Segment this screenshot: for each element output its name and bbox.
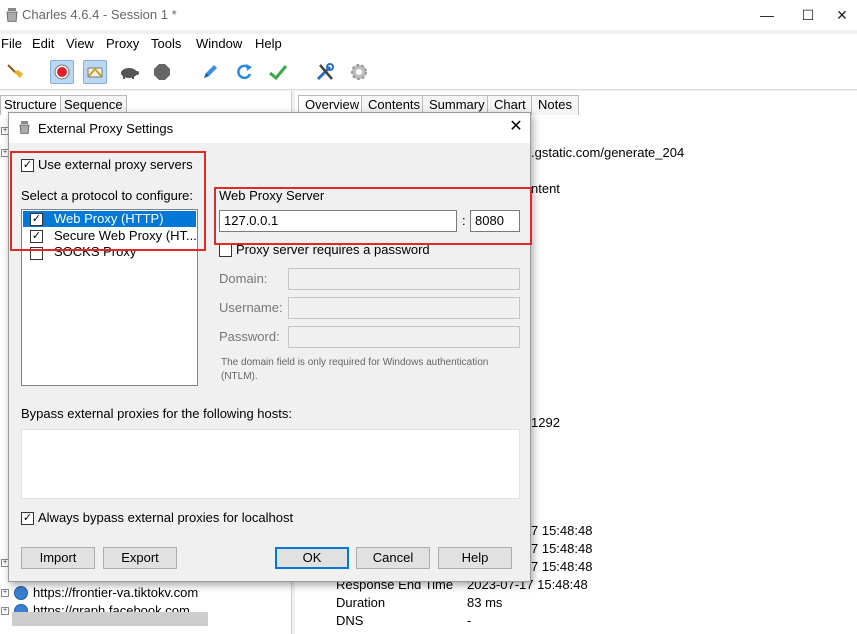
overview-time: 7 15:48:48 [531, 541, 593, 556]
window-title: Charles 4.6.4 - Session 1 * [22, 7, 177, 22]
menu-file[interactable]: File [1, 36, 22, 51]
dialog-title-bar: External Proxy Settings ✕ [9, 113, 530, 143]
overview-row-value: - [467, 613, 472, 628]
requires-password-checkbox[interactable] [219, 244, 232, 257]
menu-proxy[interactable]: Proxy [106, 36, 139, 51]
highlight-box-protocols [10, 151, 206, 251]
username-label: Username: [219, 300, 283, 315]
refresh-icon[interactable] [232, 60, 256, 84]
overview-url: .gstatic.com/generate_204 [531, 145, 685, 160]
overview-time: 7 15:48:48 [531, 523, 593, 538]
close-icon[interactable]: ✕ [506, 117, 526, 137]
charles-jar-icon [19, 121, 30, 134]
overview-time: 7 15:48:48 [531, 559, 593, 574]
menu-help[interactable]: Help [255, 36, 282, 51]
title-bar: Charles 4.6.4 - Session 1 * — ☐ ✕ [0, 0, 857, 30]
menu-view[interactable]: View [66, 36, 94, 51]
tree-row[interactable]: https://frontier-va.tiktokv.com [14, 585, 198, 600]
menu-window[interactable]: Window [196, 36, 242, 51]
overview-row-name: Duration [336, 595, 386, 610]
pen-icon[interactable] [198, 60, 222, 84]
import-button[interactable]: Import [21, 547, 95, 569]
turtle-icon[interactable] [117, 60, 141, 84]
help-button[interactable]: Help [438, 547, 512, 569]
tree-row-label: https://frontier-va.tiktokv.com [33, 585, 199, 600]
maximize-button[interactable]: ☐ [790, 4, 826, 26]
breakpoint-icon[interactable] [150, 60, 174, 84]
tree-expander[interactable]: + [1, 589, 9, 597]
toolbar [0, 54, 857, 90]
menu-bar: File Edit View Proxy Tools Window Help [0, 34, 857, 54]
overview-number: 1292 [531, 415, 560, 430]
throttle-icon[interactable] [83, 60, 107, 84]
cancel-button[interactable]: Cancel [356, 547, 430, 569]
bypass-label: Bypass external proxies for the followin… [21, 406, 292, 421]
bypass-localhost-checkbox[interactable]: ✓ [21, 512, 34, 525]
record-icon[interactable] [50, 60, 74, 84]
domain-note: The domain field is only required for Wi… [221, 357, 489, 382]
charles-jar-icon [6, 8, 18, 22]
gear-icon[interactable] [347, 60, 371, 84]
external-proxy-settings-dialog: External Proxy Settings ✕ ✓ Use external… [8, 112, 532, 582]
menu-edit[interactable]: Edit [32, 36, 54, 51]
broom-icon[interactable] [3, 60, 27, 84]
domain-input[interactable] [288, 268, 520, 290]
menu-tools[interactable]: Tools [151, 36, 181, 51]
overview-content: ntent [531, 181, 560, 196]
globe-icon [14, 585, 28, 600]
domain-label: Domain: [219, 271, 268, 286]
password-label: Password: [219, 329, 280, 344]
password-input[interactable] [288, 326, 520, 348]
overview-row-value: 83 ms [467, 595, 503, 610]
export-button[interactable]: Export [103, 547, 177, 569]
tab-notes[interactable]: Notes [531, 95, 579, 115]
tools-icon[interactable] [313, 60, 337, 84]
check-icon[interactable] [266, 60, 290, 84]
bypass-localhost-label: Always bypass external proxies for local… [38, 510, 294, 525]
highlight-box-server [214, 187, 532, 245]
minimize-button[interactable]: — [749, 4, 785, 26]
overview-row-name: DNS [336, 613, 364, 628]
bypass-hosts-textarea[interactable] [21, 429, 520, 499]
username-input[interactable] [288, 297, 520, 319]
ok-button[interactable]: OK [275, 547, 349, 569]
tree-expander[interactable]: + [1, 607, 9, 615]
close-window-button[interactable]: ✕ [824, 4, 857, 26]
dialog-title: External Proxy Settings [38, 121, 174, 136]
horizontal-scrollbar[interactable] [12, 612, 208, 626]
